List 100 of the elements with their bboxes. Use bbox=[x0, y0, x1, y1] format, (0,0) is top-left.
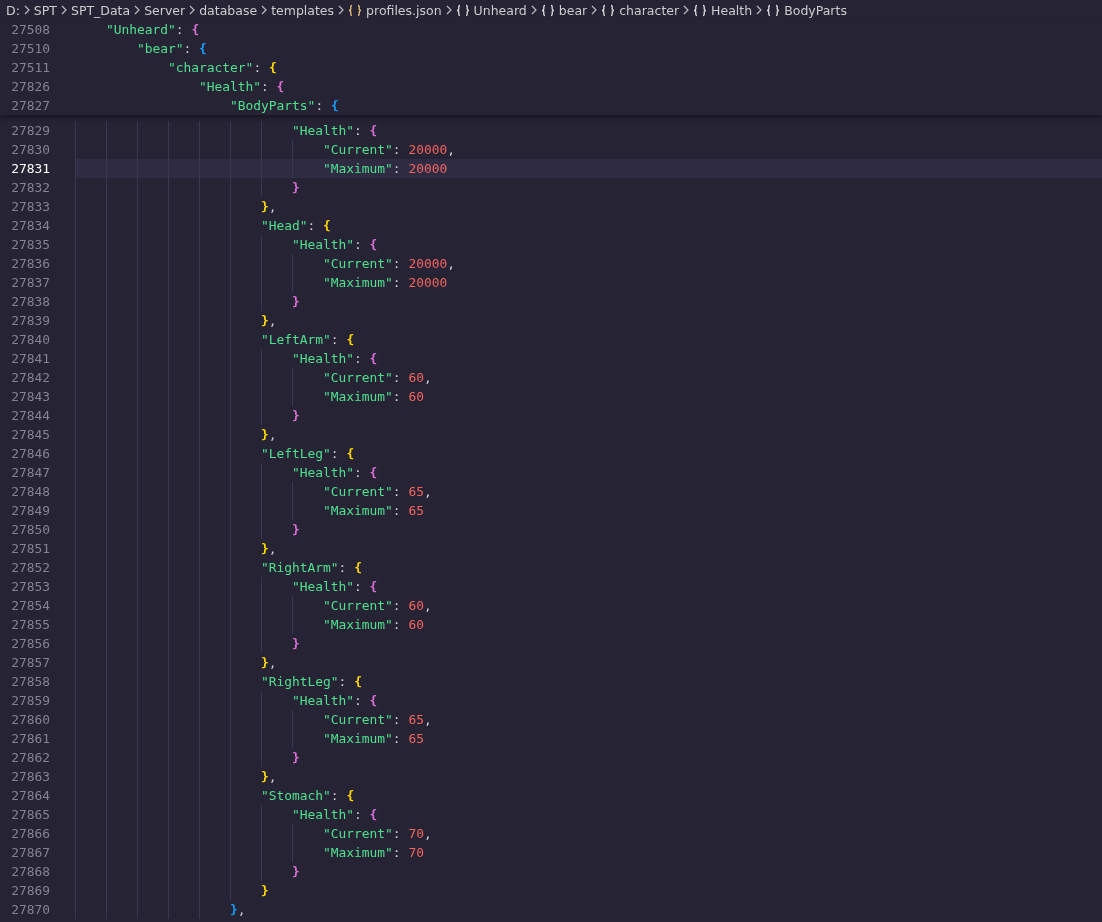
line-number: 27857 bbox=[10, 654, 50, 672]
code-line: "Health": { bbox=[292, 578, 378, 596]
code-line: }, bbox=[261, 426, 277, 444]
breadcrumb-item[interactable]: Health bbox=[693, 2, 753, 18]
code-line: "Current": 70, bbox=[323, 825, 432, 843]
line-number: 27859 bbox=[10, 692, 50, 710]
line-number: 27855 bbox=[10, 616, 50, 634]
chevron-right-icon bbox=[338, 5, 345, 15]
line-number: 27869 bbox=[10, 882, 50, 900]
breadcrumb-item[interactable]: templates bbox=[271, 2, 335, 18]
code-line: "Maximum": 65 bbox=[323, 730, 424, 748]
line-number: 27827 bbox=[10, 97, 50, 115]
code-line: "Health": { bbox=[292, 692, 378, 710]
chevron-right-icon bbox=[530, 5, 537, 15]
line-number: 27849 bbox=[10, 502, 50, 520]
line-number: 27854 bbox=[10, 597, 50, 615]
code-line: "RightArm": { bbox=[261, 559, 362, 577]
breadcrumb-item[interactable]: bear bbox=[540, 2, 588, 18]
chevron-right-icon bbox=[60, 5, 67, 15]
chevron-right-icon bbox=[189, 5, 196, 15]
code-line: "character": { bbox=[168, 59, 277, 77]
code-line: "LeftArm": { bbox=[261, 331, 355, 349]
code-line: } bbox=[292, 179, 300, 197]
code-line: "bear": { bbox=[137, 40, 207, 58]
code-line: }, bbox=[261, 768, 277, 786]
breadcrumb-item[interactable]: character bbox=[601, 2, 680, 18]
breadcrumb-item[interactable]: profiles.json bbox=[348, 2, 442, 18]
breadcrumb-item[interactable]: Server bbox=[144, 2, 186, 18]
chevron-right-icon bbox=[23, 5, 30, 15]
line-number: 27511 bbox=[10, 59, 50, 77]
code-line: "Head": { bbox=[261, 217, 331, 235]
breadcrumb-item[interactable]: SPT bbox=[33, 2, 57, 18]
line-number: 27830 bbox=[10, 141, 50, 159]
line-number: 27840 bbox=[10, 331, 50, 349]
line-number: 27837 bbox=[10, 274, 50, 292]
code-line: "Current": 60, bbox=[323, 369, 432, 387]
braces-icon bbox=[766, 3, 781, 17]
code-line: } bbox=[292, 863, 300, 881]
code-line: "Health": { bbox=[292, 806, 378, 824]
line-number: 27841 bbox=[10, 350, 50, 368]
chevron-right-icon bbox=[683, 5, 690, 15]
code-line: "Current": 65, bbox=[323, 483, 432, 501]
code-line: }, bbox=[261, 198, 277, 216]
code-line: } bbox=[292, 293, 300, 311]
braces-icon bbox=[348, 3, 363, 17]
code-line: } bbox=[292, 749, 300, 767]
line-number: 27862 bbox=[10, 749, 50, 767]
braces-icon bbox=[455, 3, 470, 17]
code-line: "Maximum": 20000 bbox=[323, 160, 448, 178]
code-line: "Maximum": 65 bbox=[323, 502, 424, 520]
code-line: } bbox=[292, 635, 300, 653]
breadcrumb-item[interactable]: database bbox=[199, 2, 258, 18]
braces-icon bbox=[540, 3, 555, 17]
line-number: 27868 bbox=[10, 863, 50, 881]
code-line: }, bbox=[230, 901, 246, 919]
line-number: 27831 bbox=[10, 160, 50, 178]
line-number: 27865 bbox=[10, 806, 50, 824]
chevron-right-icon bbox=[445, 5, 452, 15]
braces-icon bbox=[693, 3, 708, 17]
breadcrumb-item[interactable]: Unheard bbox=[455, 2, 527, 18]
code-line: } bbox=[261, 882, 269, 900]
code-line: "Unheard": { bbox=[106, 21, 200, 39]
line-number: 27843 bbox=[10, 388, 50, 406]
breadcrumb-item[interactable]: BodyParts bbox=[766, 2, 847, 18]
line-number: 27856 bbox=[10, 635, 50, 653]
line-number: 27839 bbox=[10, 312, 50, 330]
line-number: 27863 bbox=[10, 768, 50, 786]
line-number: 27826 bbox=[10, 78, 50, 96]
code-line: "Current": 20000, bbox=[323, 141, 455, 159]
code-line: "Health": { bbox=[292, 350, 378, 368]
code-line: "Stomach": { bbox=[261, 787, 355, 805]
breadcrumb-item[interactable]: SPT_Data bbox=[70, 2, 131, 18]
line-number: 27870 bbox=[10, 901, 50, 919]
line-number: 27845 bbox=[10, 426, 50, 444]
line-number: 27832 bbox=[10, 179, 50, 197]
code-line: "Current": 60, bbox=[323, 597, 432, 615]
line-number: 27829 bbox=[10, 122, 50, 140]
line-number: 27853 bbox=[10, 578, 50, 596]
line-number: 27833 bbox=[10, 198, 50, 216]
breadcrumb-item[interactable]: D: bbox=[6, 2, 20, 18]
chevron-right-icon bbox=[591, 5, 598, 15]
code-line: "Current": 20000, bbox=[323, 255, 455, 273]
code-line: "Health": { bbox=[292, 464, 378, 482]
line-number: 27864 bbox=[10, 787, 50, 805]
code-line: "RightLeg": { bbox=[261, 673, 362, 691]
chevron-right-icon bbox=[261, 5, 268, 15]
code-line: } bbox=[292, 521, 300, 539]
line-number: 27846 bbox=[10, 445, 50, 463]
code-line: "Maximum": 70 bbox=[323, 844, 424, 862]
code-line: }, bbox=[261, 312, 277, 330]
code-line: "Current": 65, bbox=[323, 711, 432, 729]
line-number: 27861 bbox=[10, 730, 50, 748]
line-number: 27851 bbox=[10, 540, 50, 558]
chevron-right-icon bbox=[756, 5, 763, 15]
line-number: 27835 bbox=[10, 236, 50, 254]
line-number: 27860 bbox=[10, 711, 50, 729]
code-line: }, bbox=[261, 540, 277, 558]
code-line: "Health": { bbox=[199, 78, 285, 96]
line-number: 27836 bbox=[10, 255, 50, 273]
line-number: 27852 bbox=[10, 559, 50, 577]
